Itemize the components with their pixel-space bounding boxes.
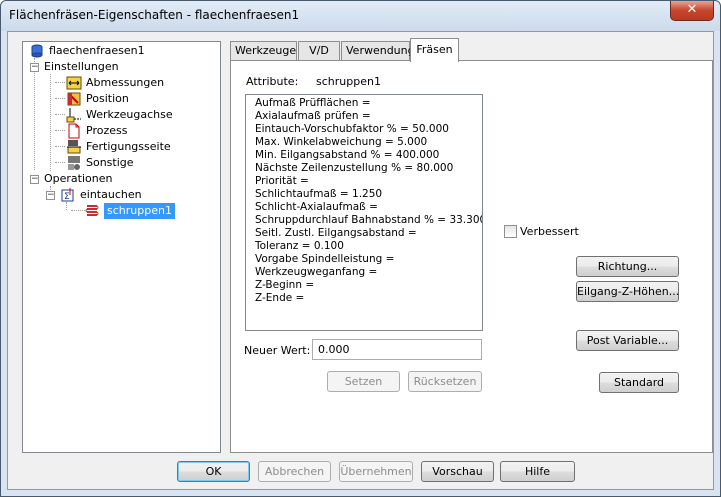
- tree-item-abmessungen[interactable]: Abmessungen: [66, 75, 164, 91]
- tool-axis-icon: [66, 107, 82, 123]
- tree-line: [50, 74, 51, 171]
- collapse-icon[interactable]: −: [30, 175, 39, 184]
- attribute-value: schruppen1: [316, 75, 381, 88]
- tab-werkzeuge[interactable]: Werkzeuge: [230, 41, 297, 61]
- list-item[interactable]: Seitl. Zustl. Eilgangsabstand =: [255, 227, 482, 240]
- rapid-z-heights-button[interactable]: Eilgang-Z-Höhen...: [576, 281, 679, 302]
- tree-item-eintauchen[interactable]: Σ eintauchen: [60, 187, 142, 203]
- tree-item-schruppen1[interactable]: schruppen1: [84, 203, 175, 219]
- list-item[interactable]: Toleranz = 0.100: [255, 240, 482, 253]
- tree-item-position[interactable]: Position: [66, 91, 129, 107]
- list-item[interactable]: Priorität =: [255, 175, 482, 188]
- list-item[interactable]: Werkzeugweganfang =: [255, 266, 482, 279]
- list-item[interactable]: Schlichtaufmaß = 1.250: [255, 188, 482, 201]
- tree-item-sonstige[interactable]: Sonstige: [66, 155, 134, 171]
- ok-button[interactable]: OK: [177, 461, 250, 482]
- post-variable-button[interactable]: Post Variable...: [576, 330, 679, 351]
- window-title: Flächenfräsen-Eigenschaften - flaechenfr…: [9, 8, 300, 22]
- tree-line: [55, 82, 65, 83]
- svg-text:Σ: Σ: [64, 192, 70, 202]
- list-item[interactable]: Aufmaß Prüfflächen =: [255, 97, 482, 110]
- tree-line: [34, 58, 35, 170]
- dimensions-icon: [66, 75, 82, 91]
- tree-item-prozess[interactable]: Prozess: [66, 123, 127, 139]
- tree-item-operations[interactable]: Operationen: [44, 171, 112, 187]
- database-icon: [29, 43, 45, 59]
- tree-line: [66, 202, 67, 210]
- tree-item-werkzeugachse[interactable]: Werkzeugachse: [66, 107, 173, 123]
- list-item[interactable]: Z-Beginn =: [255, 279, 482, 292]
- tree-line: [55, 98, 65, 99]
- new-value-input[interactable]: 0.000: [312, 339, 482, 360]
- direction-button[interactable]: Richtung...: [576, 256, 679, 277]
- misc-icon: [66, 155, 82, 171]
- improved-label: Verbessert: [520, 225, 579, 238]
- close-button[interactable]: ✕: [670, 1, 714, 21]
- tree-line: [55, 130, 65, 131]
- tree-item-root[interactable]: flaechenfraesen1: [29, 43, 145, 59]
- cancel-button[interactable]: Abbrechen: [258, 461, 331, 482]
- tab-verwendung[interactable]: Verwendung: [341, 41, 415, 61]
- close-icon: ✕: [686, 2, 698, 17]
- attribute-list[interactable]: Aufmaß Prüfflächen = Axialaufmaß prüfen …: [245, 94, 483, 331]
- navigation-tree[interactable]: flaechenfraesen1 − Einstellungen Abmessu…: [22, 41, 221, 453]
- machining-side-icon: [66, 139, 82, 155]
- tab-vd[interactable]: V/D: [298, 41, 340, 61]
- list-item[interactable]: Max. Winkelabweichung = 5.000: [255, 136, 482, 149]
- list-item[interactable]: Schlicht-Axialaufmaß =: [255, 201, 482, 214]
- set-button[interactable]: Setzen: [327, 371, 400, 392]
- apply-button[interactable]: Übernehmen: [339, 461, 413, 482]
- process-icon: [66, 123, 82, 139]
- improved-checkbox[interactable]: [504, 225, 517, 238]
- standard-button[interactable]: Standard: [599, 372, 679, 393]
- reset-button[interactable]: Rücksetzen: [408, 371, 482, 392]
- tree-line: [55, 146, 65, 147]
- collapse-icon[interactable]: −: [46, 191, 55, 200]
- collapse-icon[interactable]: −: [30, 63, 39, 72]
- attribute-label: Attribute:: [246, 75, 299, 88]
- tree-line: [71, 210, 85, 211]
- roughing-icon: [84, 203, 100, 219]
- list-item[interactable]: Axialaufmaß prüfen =: [255, 110, 482, 123]
- list-item[interactable]: Z-Ende =: [255, 292, 482, 305]
- position-icon: [66, 91, 82, 107]
- new-value-label: Neuer Wert:: [244, 344, 311, 357]
- list-item[interactable]: Eintauch-Vorschubfaktor % = 50.000: [255, 123, 482, 136]
- plunge-icon: Σ: [60, 187, 76, 203]
- help-button[interactable]: Hilfe: [500, 461, 575, 482]
- tree-item-fertigungsseite[interactable]: Fertigungsseite: [66, 139, 171, 155]
- preview-button[interactable]: Vorschau: [421, 461, 494, 482]
- title-bar[interactable]: Flächenfräsen-Eigenschaften - flaechenfr…: [1, 1, 720, 31]
- tab-panel-fraesen: Attribute: schruppen1 Aufmaß Prüfflächen…: [230, 60, 713, 453]
- list-item[interactable]: Schruppdurchlauf Bahnabstand % = 33.300: [255, 214, 482, 227]
- tree-line: [55, 114, 65, 115]
- list-item[interactable]: Nächste Zeilenzustellung % = 80.000: [255, 162, 482, 175]
- list-item[interactable]: Min. Eilgangsabstand % = 400.000: [255, 149, 482, 162]
- dialog-client: flaechenfraesen1 − Einstellungen Abmessu…: [7, 31, 714, 490]
- tree-line: [55, 162, 65, 163]
- list-item[interactable]: Vorgabe Spindelleistung =: [255, 253, 482, 266]
- tab-fraesen[interactable]: Fräsen: [410, 38, 459, 62]
- dialog-window: Flächenfräsen-Eigenschaften - flaechenfr…: [0, 0, 721, 497]
- tree-item-settings[interactable]: Einstellungen: [44, 59, 119, 75]
